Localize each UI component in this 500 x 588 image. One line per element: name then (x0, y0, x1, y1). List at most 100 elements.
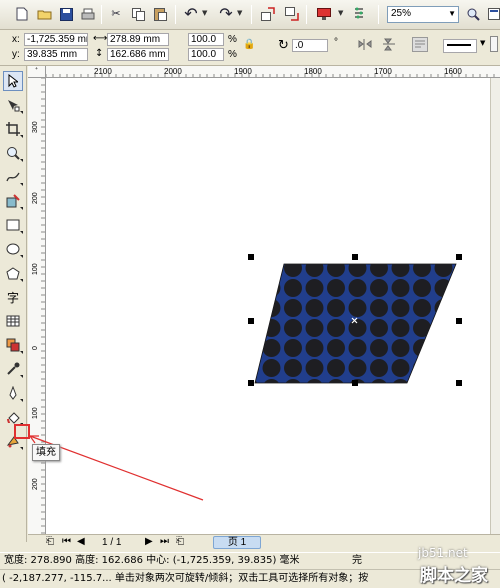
options-icon[interactable] (351, 6, 367, 22)
fill-tool-icon[interactable] (3, 407, 23, 427)
handle-top-center (352, 254, 358, 260)
add-page-end-icon[interactable]: ⎗ (176, 536, 184, 547)
coreldraw-window: ✂ ↶ ▼ ↷ ▼ ▼ 25% ▼ x: -1,725.359 mn y: 39… (0, 0, 500, 588)
chevron-down-icon: ▼ (448, 9, 456, 18)
save-icon[interactable] (58, 6, 74, 22)
new-document-icon[interactable] (14, 6, 30, 22)
ruler-label: 1900 (234, 67, 252, 76)
mirror-horizontal-icon[interactable] (358, 38, 372, 54)
lock-ratio-icon[interactable]: 🔒 (243, 39, 255, 50)
interactive-fill-tool-icon[interactable] (3, 431, 23, 451)
ruler-label: 1600 (444, 67, 462, 76)
first-page-icon[interactable]: ⏮ (62, 536, 71, 547)
width-icon: ⟷ (93, 33, 108, 44)
zoom-tool-icon[interactable] (3, 143, 23, 163)
table-tool-icon[interactable] (3, 311, 23, 331)
handle-bottom-center (352, 380, 358, 386)
last-page-icon[interactable]: ⏭ (160, 536, 169, 547)
drawing-canvas[interactable] (46, 78, 490, 534)
handle-bottom-left (248, 380, 254, 386)
status-right-text: 完 (352, 555, 362, 566)
zoom-tool-icon[interactable] (465, 6, 481, 22)
import-icon[interactable] (260, 6, 276, 22)
zoom-level-value: 25% (391, 8, 412, 19)
height-icon: ↕ (95, 48, 104, 59)
ruler-label: 1700 (374, 67, 392, 76)
copy-icon[interactable] (130, 6, 146, 22)
print-icon[interactable] (80, 6, 96, 22)
y-position-field[interactable]: 39.835 mm (24, 48, 88, 61)
ruler-origin[interactable]: ⁺ (28, 66, 46, 78)
prev-page-icon[interactable]: ◀ (77, 536, 85, 547)
interactive-tool-icon[interactable] (3, 335, 23, 355)
ellipse-tool-icon[interactable] (3, 239, 23, 259)
paste-icon[interactable] (152, 6, 168, 22)
standard-toolbar: ✂ ↶ ▼ ↷ ▼ ▼ 25% ▼ (0, 0, 500, 30)
smart-fill-tool-icon[interactable] (3, 191, 23, 211)
width-field[interactable]: 278.89 mm (107, 33, 169, 46)
height-field[interactable]: 162.686 mm (107, 48, 169, 61)
toolbox: 字 (0, 66, 27, 542)
ruler-label: 1800 (304, 67, 322, 76)
handle-top-left (248, 254, 254, 260)
full-screen-icon[interactable] (486, 6, 500, 22)
percent-label-y: % (228, 49, 237, 60)
polygon-tool-icon[interactable] (3, 263, 23, 283)
crop-tool-icon[interactable] (3, 119, 23, 139)
add-page-icon[interactable]: ⎗ (46, 536, 54, 547)
canvas-svg (248, 254, 462, 386)
ruler-label: 100 (32, 407, 39, 419)
scale-x-field[interactable]: 100.0 (188, 33, 224, 46)
mirror-vertical-icon[interactable] (382, 38, 396, 54)
handle-top-right (456, 254, 462, 260)
undo-dropdown-icon[interactable]: ▼ (202, 9, 207, 17)
text-tool-icon[interactable]: 字 (3, 287, 23, 307)
ruler-label: 100 (32, 263, 39, 275)
wrap-text-icon[interactable] (412, 37, 428, 55)
eyedropper-tool-icon[interactable] (3, 359, 23, 379)
ruler-label: 2100 (94, 67, 112, 76)
export-icon[interactable] (284, 6, 300, 22)
zoom-level-select[interactable]: 25% ▼ (387, 6, 459, 23)
rotate-icon: ↻ (278, 38, 289, 53)
dot-pattern-fill (255, 264, 456, 383)
ruler-label: 200 (32, 478, 39, 490)
rectangle-tool-icon[interactable] (3, 215, 23, 235)
cursor-hint-text: ( -2,187.277, -115.7... 单击对象两次可旋转/倾斜；双击工… (2, 573, 369, 584)
vertical-scrollbar[interactable] (490, 78, 500, 534)
launcher-dropdown-icon[interactable]: ▼ (338, 9, 343, 17)
handle-middle-left (248, 318, 254, 324)
cut-icon[interactable]: ✂ (108, 6, 124, 22)
y-label: y: (12, 49, 20, 60)
property-bar: x: -1,725.359 mn y: 39.835 mm ⟷ 278.89 m… (0, 30, 500, 66)
outline-pen-tool-icon[interactable] (3, 383, 23, 403)
pick-tool-icon[interactable] (3, 71, 23, 91)
freehand-tool-icon[interactable] (3, 167, 23, 187)
open-folder-icon[interactable] (36, 6, 52, 22)
ruler-label: 300 (32, 121, 39, 133)
degree-label: ° (334, 37, 338, 48)
tooltip: 填充 (32, 444, 60, 461)
redo-dropdown-icon[interactable]: ▼ (237, 9, 242, 17)
horizontal-ruler[interactable]: 2100 2000 1900 1800 1700 1600 (46, 66, 500, 78)
undo-icon[interactable]: ↶ (183, 6, 199, 22)
x-position-field[interactable]: -1,725.359 mn (24, 33, 88, 46)
ruler-label: 200 (32, 192, 39, 204)
watermark-site: jb51.net (418, 546, 468, 560)
handle-middle-right (456, 318, 462, 324)
next-page-icon[interactable]: ▶ (145, 536, 153, 547)
application-launcher-icon[interactable] (316, 6, 332, 22)
vertical-ruler[interactable]: 300 200 100 0 100 200 (28, 78, 46, 536)
more-options-icon[interactable] (490, 36, 498, 55)
outline-dropdown-icon[interactable]: ▼ (480, 39, 485, 47)
percent-label-x: % (228, 34, 237, 45)
ruler-label: 0 (32, 346, 39, 350)
scale-y-field[interactable]: 100.0 (188, 48, 224, 61)
rotation-field[interactable]: .0 (292, 39, 328, 52)
shape-tool-icon[interactable] (3, 95, 23, 115)
page-tab[interactable]: 页 1 (213, 536, 261, 549)
watermark-brand: 脚本之家 (420, 566, 488, 586)
redo-icon[interactable]: ↷ (218, 6, 234, 22)
outline-width-select[interactable] (443, 39, 477, 53)
page-counter: 1 / 1 (102, 537, 122, 548)
